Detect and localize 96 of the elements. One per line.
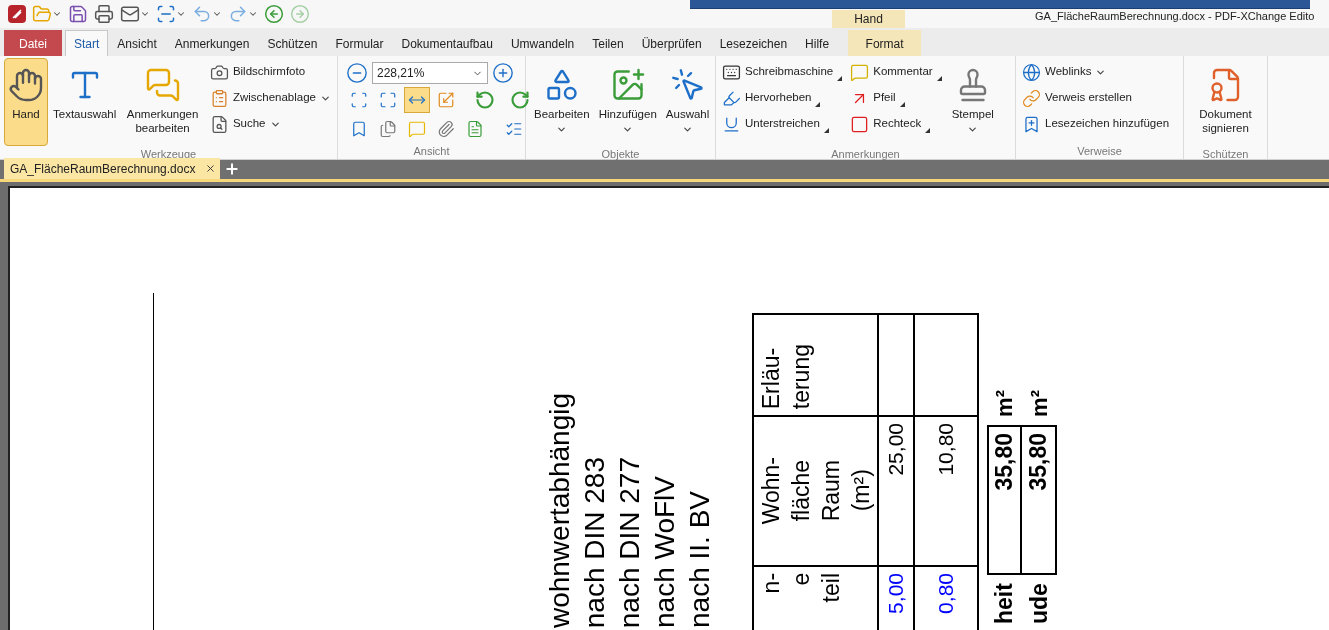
unit-label: m²: [1026, 390, 1053, 417]
globe-icon: [1022, 62, 1041, 82]
printer-icon[interactable]: [94, 4, 114, 24]
hand-icon: [8, 67, 44, 103]
speech-bubbles-icon: [144, 67, 181, 103]
link-icon: [1022, 88, 1041, 108]
ribbon-tab[interactable]: Schützen: [258, 30, 327, 56]
folder-icon[interactable]: [32, 4, 52, 24]
group-label: Objekte: [601, 147, 640, 162]
large-ribbon-button[interactable]: Bearbeiten: [530, 58, 594, 146]
total-label: ude: [1025, 583, 1053, 626]
bookmark-plus-icon: [1022, 114, 1041, 134]
ribbon-button[interactable]: Schreibmaschine: [720, 59, 845, 85]
ribbon-tab[interactable]: Ansicht: [108, 30, 166, 56]
ribbon-button[interactable]: Hervorheben: [720, 85, 845, 111]
large-ribbon-button[interactable]: Stempel: [947, 58, 998, 146]
redo-icon[interactable]: [228, 4, 248, 24]
document-text-line: nach DIN 277: [613, 456, 646, 630]
zoom-out-icon[interactable]: [346, 62, 368, 84]
ribbon-button[interactable]: Pfeil: [848, 85, 944, 111]
ribbon-button[interactable]: Zwischenablage: [207, 85, 333, 111]
table-cell: 5,00: [877, 567, 913, 630]
table-header-cell-text: n- e teil: [757, 572, 845, 605]
window-title: GA_FlächeRaumBerechnung.docx - PDF-XChange Edito: [1035, 8, 1315, 24]
zoom-in-icon[interactable]: [492, 62, 514, 84]
large-ribbon-button[interactable]: Dokument signieren: [1188, 58, 1263, 146]
actual-size-icon: [350, 91, 368, 109]
undo-icon[interactable]: [192, 4, 212, 24]
save-icon[interactable]: [68, 4, 88, 24]
group-label: Schützen: [1202, 147, 1249, 162]
checklist-icon[interactable]: [505, 120, 523, 138]
caret-icon[interactable]: [248, 9, 258, 19]
unit-label: m²: [991, 390, 1018, 417]
document-text-line: nach WoFlV: [648, 476, 681, 630]
document-text-line: nach DIN 283: [578, 456, 611, 630]
ribbon-tab[interactable]: Teilen: [583, 30, 633, 56]
total-value: 35,80: [987, 425, 1022, 575]
scanner-icon[interactable]: [156, 4, 176, 24]
ribbon-button[interactable]: Verweis erstellen: [1020, 85, 1172, 111]
document-text-line: nach II. BV: [683, 491, 716, 630]
rotate-right-icon: [510, 90, 530, 110]
ribbon-tab[interactable]: Lesezeichen: [710, 30, 797, 56]
ribbon-tab[interactable]: Umwandeln: [501, 30, 584, 56]
fit-page-icon: [379, 91, 397, 109]
ribbon-button[interactable]: Kommentar: [848, 59, 944, 85]
caret-icon[interactable]: [52, 9, 62, 19]
zoom-field[interactable]: 228,21%: [372, 62, 488, 84]
total-label: heit: [990, 583, 1018, 626]
pages-icon[interactable]: [379, 120, 397, 138]
ribbon-tab[interactable]: Hilfe: [796, 30, 839, 56]
document-tab[interactable]: GA_FlächeRaumBerechnung.docx: [4, 158, 221, 179]
group-label: Verweise: [1077, 144, 1122, 159]
large-ribbon-button[interactable]: Anmerkungen bearbeiten: [121, 58, 204, 146]
ribbon-tab[interactable]: Dokumentaufbau: [392, 30, 502, 56]
mail-icon[interactable]: [120, 4, 140, 24]
table-header-cell-text: Wohn- fläche Raum (m²): [757, 456, 875, 527]
large-ribbon-button[interactable]: Hinzufügen: [594, 58, 661, 146]
ribbon-button[interactable]: Bildschirmfoto: [207, 59, 333, 85]
caret-icon[interactable]: [176, 9, 186, 19]
app-logo-icon: [8, 5, 26, 23]
ribbon-tab[interactable]: Format: [848, 30, 922, 56]
contextual-group-header: Hand: [832, 10, 905, 28]
ribbon-tab[interactable]: Überprüfen: [632, 30, 711, 56]
fit-visible-icon: [437, 91, 455, 109]
ribbon-button[interactable]: Rechteck: [848, 111, 944, 137]
ribbon-button[interactable]: Suche: [207, 111, 333, 137]
document-icon[interactable]: [466, 120, 484, 138]
ribbon-button[interactable]: Unterstreichen: [720, 111, 845, 137]
caret-icon[interactable]: [140, 9, 150, 19]
fit-width-button[interactable]: [404, 87, 430, 113]
large-ribbon-button[interactable]: Textauswahl: [49, 58, 121, 146]
ribbon-button[interactable]: Lesezeichen hinzufügen: [1020, 111, 1172, 137]
caret-icon[interactable]: [212, 9, 222, 19]
ribbon-tab[interactable]: Formular: [326, 30, 393, 56]
ribbon-tab[interactable]: Anmerkungen: [165, 30, 259, 56]
ribbon-tab[interactable]: Datei: [4, 30, 62, 56]
large-ribbon-button[interactable]: Auswahl: [661, 58, 714, 146]
ribbon-button[interactable]: Weblinks: [1020, 59, 1172, 85]
table-cell: 10,80: [913, 417, 977, 565]
total-value: 35,80: [1022, 425, 1057, 575]
table-header-cell-text: Erläu- terung: [757, 342, 815, 411]
paperclip-icon[interactable]: [437, 120, 455, 138]
table-cell: 25,00: [877, 417, 913, 565]
bookmark-icon[interactable]: [350, 120, 368, 138]
rectangle-icon: [850, 114, 870, 134]
close-icon[interactable]: [205, 163, 217, 174]
table-cell: 0,80: [913, 567, 977, 630]
document-text-line: wohnwertabhängig: [543, 392, 576, 630]
pointer-icon: [669, 67, 706, 103]
comment-icon: [850, 62, 870, 82]
large-ribbon-button[interactable]: Hand: [4, 58, 48, 146]
group-label: Anmerkungen: [831, 147, 900, 162]
ribbon-tab[interactable]: Start: [65, 30, 109, 56]
back-icon[interactable]: [264, 4, 284, 24]
rotate-left-icon: [475, 90, 495, 110]
group-label: Ansicht: [413, 144, 450, 159]
